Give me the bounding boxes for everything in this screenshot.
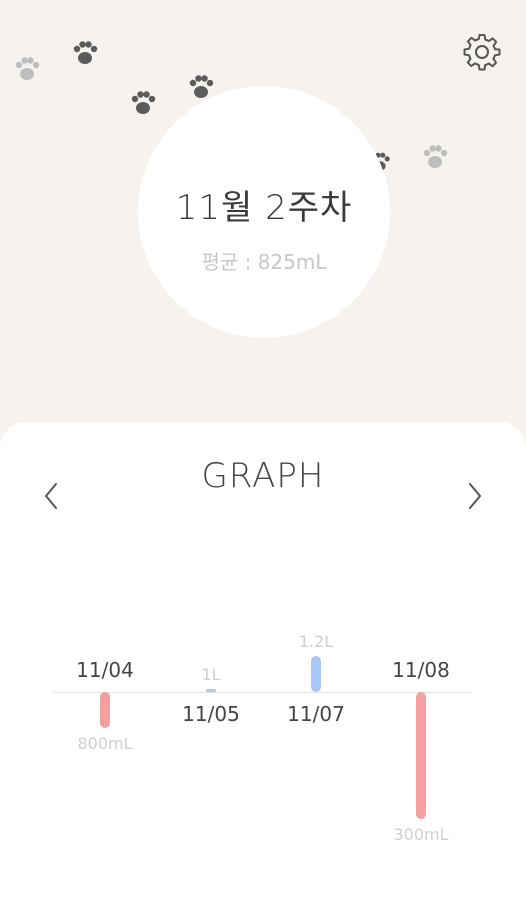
bar-date-label: 11/05 [182,702,240,726]
bar-value-label: 800mL [77,734,133,754]
bar-value-label: 1.2L [298,631,334,651]
week-title: 11월 2주차 [175,188,353,228]
bar-date-label: 11/07 [287,702,345,726]
chart-bar [206,689,216,692]
paw-icon [420,142,450,172]
bar-date-label: 11/08 [392,658,450,682]
chevron-right-icon[interactable] [460,478,490,514]
bar-value-label: 1L [201,665,221,684]
chart-bar [416,692,426,820]
bar-value-label: 300mL [393,825,449,845]
chart-bar [100,692,110,729]
chart-baseline [53,692,473,693]
paw-icon [70,38,100,68]
paw-icon [128,88,158,118]
average-intake: 평균 : 825mL [201,250,327,274]
chevron-left-icon[interactable] [36,478,66,514]
chart-bar [311,655,321,692]
bar-date-label: 11/04 [76,658,134,682]
graph-title: GRAPH [201,456,325,496]
gear-icon[interactable] [462,32,502,72]
paw-icon [12,54,42,84]
